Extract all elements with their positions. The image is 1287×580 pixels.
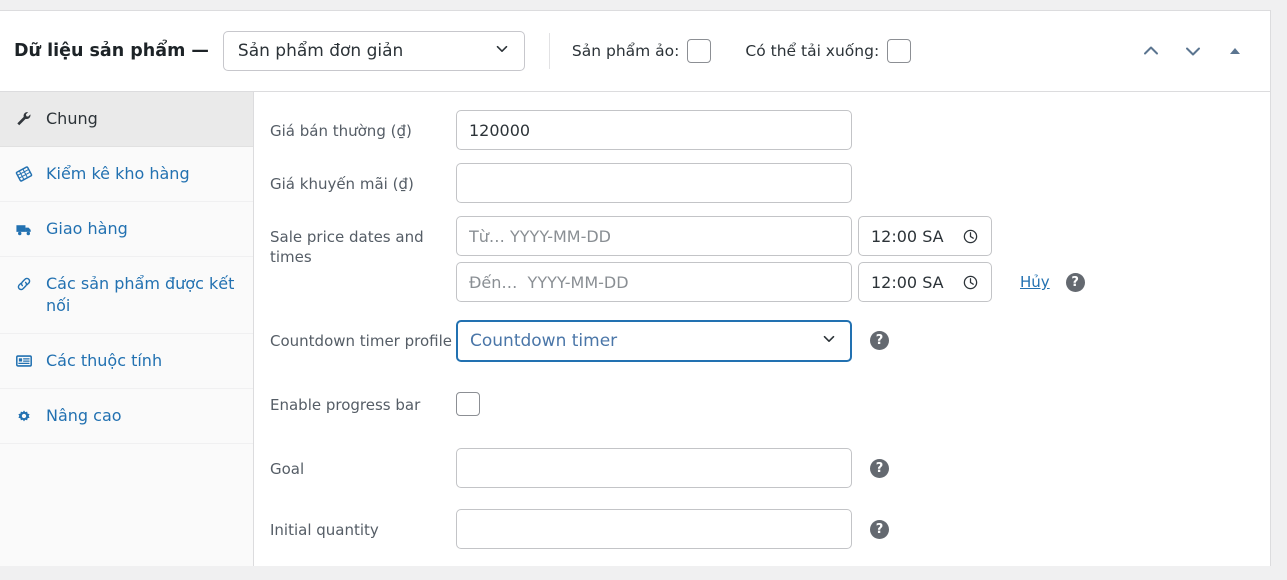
countdown-timer-profile-label: Countdown timer profile [270, 320, 456, 351]
inventory-icon [14, 164, 34, 184]
triangle-up-icon[interactable] [1222, 38, 1248, 64]
sidebar-item-label: Kiểm kê kho hàng [46, 163, 190, 185]
attributes-icon [14, 351, 34, 371]
wrench-icon [14, 109, 34, 129]
field-sale-price-dates: Sale price dates and times 12:00 SA [254, 216, 1270, 302]
initial-quantity-label: Initial quantity [270, 509, 456, 540]
sidebar-item-linked-products[interactable]: Các sản phẩm được kết nối [0, 257, 253, 334]
enable-progress-bar-checkbox[interactable] [456, 392, 480, 416]
downloadable-product-checkbox[interactable] [887, 39, 911, 63]
sale-date-to-line: 12:00 SA Hủy ? [456, 262, 1085, 302]
gear-icon [14, 406, 34, 426]
regular-price-input[interactable] [456, 110, 852, 150]
sale-time-from-input[interactable]: 12:00 SA [858, 216, 992, 256]
sale-price-label: Giá khuyến mãi (₫) [270, 163, 456, 194]
cancel-sale-schedule-link[interactable]: Hủy [1020, 273, 1050, 291]
sidebar-item-label: Các sản phẩm được kết nối [46, 273, 239, 317]
field-countdown-timer-profile: Countdown timer profile Countdown timer … [254, 320, 1270, 362]
sale-dates-wrap: 12:00 SA [456, 216, 1085, 302]
product-data-tabs: Chung Kiểm kê kho hàng [0, 92, 254, 566]
sale-time-to-input[interactable]: 12:00 SA [858, 262, 992, 302]
clock-icon [962, 228, 979, 245]
header-actions [1138, 38, 1256, 64]
field-regular-price: Giá bán thường (₫) [254, 110, 1270, 150]
chevron-down-icon [820, 330, 838, 353]
sidebar-item-attributes[interactable]: Các thuộc tính [0, 334, 253, 389]
chevron-down-icon [493, 40, 511, 63]
chevron-down-icon[interactable] [1180, 38, 1206, 64]
sidebar-item-label: Các thuộc tính [46, 350, 162, 372]
help-icon[interactable]: ? [870, 459, 889, 478]
sidebar-item-label: Chung [46, 108, 98, 130]
help-icon[interactable]: ? [870, 331, 889, 350]
sidebar-item-label: Nâng cao [46, 405, 122, 427]
regular-price-label: Giá bán thường (₫) [270, 110, 456, 141]
sidebar-item-general[interactable]: Chung [0, 92, 253, 147]
field-sale-price: Giá khuyến mãi (₫) [254, 163, 1270, 203]
virtual-product-label: Sản phẩm ảo: [572, 42, 679, 60]
countdown-timer-profile-value: Countdown timer [470, 331, 617, 351]
sale-price-dates-label: Sale price dates and times [270, 216, 456, 267]
downloadable-product-group: Có thể tải xuống: [745, 39, 911, 63]
help-icon[interactable]: ? [1066, 273, 1085, 292]
panel-header: Dữ liệu sản phẩm — Sản phẩm đơn giản Sản… [0, 11, 1270, 92]
header-divider [549, 33, 550, 69]
chevron-up-icon[interactable] [1138, 38, 1164, 64]
virtual-product-group: Sản phẩm ảo: [572, 39, 711, 63]
sale-date-from-input[interactable] [456, 216, 852, 256]
product-data-panel: Dữ liệu sản phẩm — Sản phẩm đơn giản Sản… [0, 10, 1271, 566]
truck-icon [14, 219, 34, 239]
sidebar-item-label: Giao hàng [46, 218, 128, 240]
field-goal: Goal ? [254, 448, 1270, 488]
field-enable-progress-bar: Enable progress bar [254, 384, 1270, 424]
countdown-timer-profile-select[interactable]: Countdown timer [456, 320, 852, 362]
sidebar-item-advanced[interactable]: Nâng cao [0, 389, 253, 444]
help-icon[interactable]: ? [870, 520, 889, 539]
panel-body: Chung Kiểm kê kho hàng [0, 92, 1270, 566]
link-icon [14, 274, 34, 294]
sidebar-item-inventory[interactable]: Kiểm kê kho hàng [0, 147, 253, 202]
sale-time-to-value: 12:00 SA [871, 273, 944, 292]
sale-price-input[interactable] [456, 163, 852, 203]
virtual-product-checkbox[interactable] [687, 39, 711, 63]
screen: Dữ liệu sản phẩm — Sản phẩm đơn giản Sản… [0, 0, 1287, 580]
sidebar-item-shipping[interactable]: Giao hàng [0, 202, 253, 257]
page-title: Dữ liệu sản phẩm — [14, 41, 209, 61]
product-type-select[interactable]: Sản phẩm đơn giản [223, 31, 525, 71]
goal-label: Goal [270, 448, 456, 479]
sale-time-from-value: 12:00 SA [871, 227, 944, 246]
general-tab-panel: Giá bán thường (₫) Giá khuyến mãi (₫) Sa… [254, 92, 1270, 566]
sale-date-from-line: 12:00 SA [456, 216, 1085, 256]
clock-icon [962, 274, 979, 291]
product-type-value: Sản phẩm đơn giản [238, 41, 403, 61]
enable-progress-bar-label: Enable progress bar [270, 384, 456, 415]
downloadable-product-label: Có thể tải xuống: [745, 42, 879, 60]
field-initial-quantity: Initial quantity ? [254, 509, 1270, 549]
initial-quantity-input[interactable] [456, 509, 852, 549]
goal-input[interactable] [456, 448, 852, 488]
sale-date-to-input[interactable] [456, 262, 852, 302]
